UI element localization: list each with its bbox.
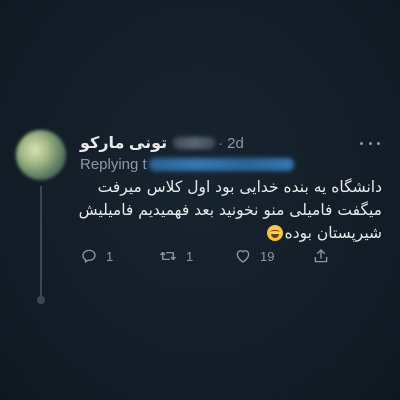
tweet-text-line: دانشگاه یه بنده خدایی بود اول کلاس میرفت <box>97 178 382 196</box>
share-icon <box>314 249 328 263</box>
more-icon[interactable] <box>360 136 380 150</box>
replying-label: Replying t <box>80 155 147 173</box>
tweet-text-line-last: شیرپستان بوده <box>80 222 382 245</box>
tweet-text-line: میگفت فامیلی منو نخونید بعد فهمیدیم فامی… <box>78 201 382 219</box>
thread-line <box>40 186 42 302</box>
retweet-icon <box>160 251 176 261</box>
avatar[interactable] <box>16 130 66 180</box>
thread-dot <box>37 296 45 304</box>
tweet-screenshot: تونی مارکو · 2d Replying t دانشگاه یه بن… <box>0 0 400 400</box>
tweet-text: دانشگاه یه بنده خدایی بود اول کلاس میرفت… <box>78 176 382 245</box>
retweet-count: 1 <box>186 248 194 264</box>
like-count: 19 <box>260 248 275 264</box>
blurred-reply-handle[interactable] <box>148 157 294 171</box>
retweet-button[interactable]: 1 <box>158 246 193 266</box>
replying-to: Replying t <box>80 154 294 174</box>
heart-icon <box>236 250 250 263</box>
timestamp[interactable]: 2d <box>227 135 244 152</box>
blurred-handle <box>173 137 216 149</box>
reply-count: 1 <box>106 248 114 264</box>
tweet-actions: 1 1 19 <box>80 246 340 266</box>
separator: · <box>218 134 224 152</box>
reply-button[interactable]: 1 <box>80 246 113 266</box>
tweet-header: تونی مارکو · 2d <box>80 132 244 154</box>
tweet-text-line: شیرپستان بوده <box>284 224 382 242</box>
like-button[interactable]: 19 <box>234 246 274 266</box>
laughing-emoji-icon <box>266 225 283 241</box>
display-name[interactable]: تونی مارکو <box>80 133 167 153</box>
share-button[interactable] <box>312 246 330 266</box>
reply-icon <box>82 249 96 263</box>
